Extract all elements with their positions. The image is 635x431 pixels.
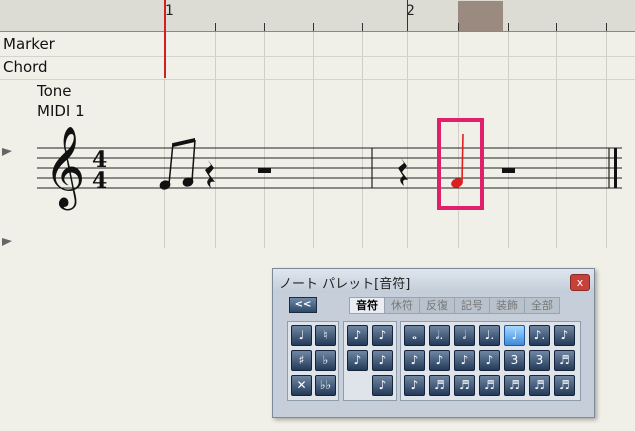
half-note-button[interactable]: 𝅗𝅥 bbox=[454, 325, 475, 346]
close-button[interactable]: x bbox=[570, 274, 590, 291]
note-duration-group: 𝅝 𝅗𝅥. 𝅗𝅥 ♩. ♩ ♪. ♪ ♪ ♪ ♪ ♪ 3 3 ♬ ♪ ♬ ♬ ♬… bbox=[400, 321, 581, 401]
note-button[interactable]: ♬ bbox=[529, 375, 550, 396]
ruler-tick bbox=[215, 23, 216, 31]
ruler-tick bbox=[508, 23, 509, 31]
score-editor: 1 2 Marker Chord Tone MIDI 1 𝄞 4 4 ノート パ… bbox=[0, 0, 635, 431]
note-button[interactable]: ♪ bbox=[404, 350, 425, 371]
grace-note-button[interactable]: ♪ bbox=[347, 325, 368, 346]
staff-lines bbox=[37, 147, 622, 189]
palette-title-bar[interactable]: ノート パレット[音符] x bbox=[273, 269, 594, 293]
flat-button[interactable]: ♭ bbox=[315, 350, 336, 371]
accidental-group: ♩ ♮ ♯ ♭ ✕ ♭♭ bbox=[287, 321, 339, 401]
track-divider bbox=[0, 79, 635, 80]
grace-note-button[interactable]: ♪ bbox=[347, 350, 368, 371]
playback-cursor[interactable] bbox=[164, 0, 166, 78]
time-sig-bottom: 4 bbox=[92, 168, 107, 194]
quarter-rest[interactable] bbox=[205, 160, 215, 188]
selected-quarter-note[interactable] bbox=[450, 133, 464, 189]
beamed-eighth-notes[interactable] bbox=[159, 138, 196, 190]
note-button[interactable]: ♬ bbox=[554, 375, 575, 396]
half-rest[interactable] bbox=[258, 168, 271, 173]
note-button[interactable]: ♬ bbox=[479, 375, 500, 396]
palette-title: ノート パレット[音符] bbox=[279, 277, 411, 292]
grace-note-button[interactable]: ♪ bbox=[372, 325, 393, 346]
ruler-tick bbox=[407, 0, 408, 31]
note-button[interactable]: ♬ bbox=[504, 375, 525, 396]
ruler-tick bbox=[556, 23, 557, 31]
ruler-tick bbox=[313, 23, 314, 31]
double-flat-button[interactable]: ♭♭ bbox=[315, 375, 336, 396]
sharp-button[interactable]: ♯ bbox=[291, 350, 312, 371]
double-sharp-button[interactable]: ✕ bbox=[291, 375, 312, 396]
treble-clef-icon: 𝄞 bbox=[44, 125, 85, 210]
quarter-note-button[interactable]: ♩ bbox=[504, 325, 525, 346]
half-rest[interactable] bbox=[502, 168, 515, 173]
triplet-note-button[interactable]: 3 bbox=[529, 350, 550, 371]
tab-repeats[interactable]: 反復 bbox=[419, 297, 455, 314]
staff-marker-bottom bbox=[2, 238, 12, 246]
note-button[interactable]: ♪ bbox=[479, 350, 500, 371]
whole-note-button[interactable]: 𝅝 bbox=[404, 325, 425, 346]
ruler-selection bbox=[458, 1, 503, 31]
natural-button[interactable]: ♮ bbox=[315, 325, 336, 346]
eighth-note-button[interactable]: ♪ bbox=[554, 325, 575, 346]
tab-all[interactable]: 全部 bbox=[524, 297, 560, 314]
note-button[interactable]: ♬ bbox=[429, 375, 450, 396]
tab-symbols[interactable]: 記号 bbox=[454, 297, 490, 314]
measure-number-1: 1 bbox=[165, 3, 174, 19]
measure-ruler[interactable]: 1 2 bbox=[0, 0, 635, 32]
note-button[interactable]: ♬ bbox=[454, 375, 475, 396]
tie-button[interactable]: ♩ bbox=[291, 325, 312, 346]
note-button[interactable]: ♪ bbox=[454, 350, 475, 371]
ruler-tick bbox=[458, 23, 459, 31]
dotted-half-note-button[interactable]: 𝅗𝅥. bbox=[429, 325, 450, 346]
marker-track-label: Marker bbox=[3, 35, 55, 53]
ruler-tick bbox=[362, 23, 363, 31]
back-button[interactable]: << bbox=[289, 297, 317, 313]
dotted-quarter-note-button[interactable]: ♩. bbox=[479, 325, 500, 346]
quarter-rest[interactable] bbox=[398, 158, 408, 186]
note-highlight-box bbox=[437, 118, 484, 210]
note-palette-window[interactable]: ノート パレット[音符] x << 音符 休符 反復 記号 装飾 全部 ♩ ♮ … bbox=[272, 268, 595, 418]
staff-marker-top bbox=[2, 148, 12, 156]
track-divider bbox=[0, 56, 635, 57]
tab-notes[interactable]: 音符 bbox=[349, 297, 385, 314]
dotted-eighth-note-button[interactable]: ♪. bbox=[529, 325, 550, 346]
tab-ornaments[interactable]: 装飾 bbox=[489, 297, 525, 314]
final-barline bbox=[614, 148, 617, 188]
tab-rests[interactable]: 休符 bbox=[384, 297, 420, 314]
ruler-tick bbox=[264, 23, 265, 31]
sixteenth-note-button[interactable]: ♬ bbox=[554, 350, 575, 371]
grace-note-button[interactable]: ♪ bbox=[372, 350, 393, 371]
tone-label: Tone bbox=[37, 82, 72, 100]
note-button[interactable]: ♪ bbox=[429, 350, 450, 371]
triplet-note-button[interactable]: 3 bbox=[504, 350, 525, 371]
chord-track-label: Chord bbox=[3, 58, 48, 76]
palette-tabs: << 音符 休符 反復 記号 装飾 全部 bbox=[285, 297, 585, 314]
note-button[interactable]: ♪ bbox=[404, 375, 425, 396]
grace-note-button[interactable]: ♪ bbox=[372, 375, 393, 396]
grace-note-group: ♪ ♪ ♪ ♪ ♪ bbox=[343, 321, 397, 401]
music-staff[interactable]: 𝄞 4 4 bbox=[0, 110, 635, 250]
ruler-tick bbox=[606, 23, 607, 31]
